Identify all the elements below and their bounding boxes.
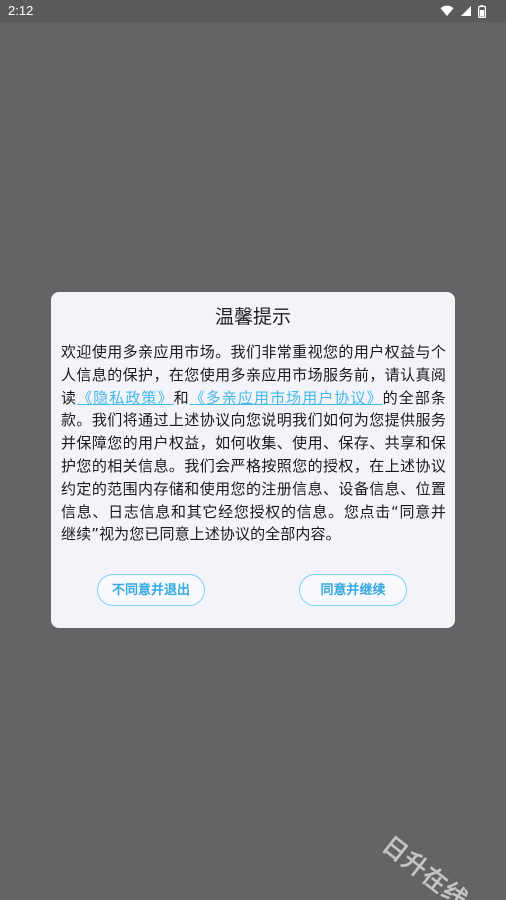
signal-icon — [460, 5, 472, 17]
status-icons — [440, 4, 486, 18]
wifi-icon — [440, 5, 454, 17]
body-text-part2: 的全部条款。我们将通过上述协议向您说明我们如何为您提供服务并保障您的用户权益，如… — [61, 388, 447, 544]
user-agreement-link[interactable]: 《多亲应用市场用户协议》 — [190, 389, 383, 407]
status-time: 2:12 — [8, 3, 34, 18]
privacy-policy-link[interactable]: 《隐私政策》 — [77, 389, 174, 407]
dialog-title: 温馨提示 — [214, 306, 291, 328]
agree-continue-button[interactable]: 同意并继续 — [299, 574, 407, 606]
status-bar: 2:12 — [0, 0, 506, 22]
decline-exit-button[interactable]: 不同意并退出 — [97, 574, 205, 606]
body-conjunction: 和 — [173, 388, 190, 407]
privacy-dialog: 温馨提示 欢迎使用多亲应用市场。我们非常重视您的用户权益与个人信息的保护，在您使… — [51, 292, 455, 628]
battery-icon — [478, 4, 486, 18]
watermark: 日升在线 — [377, 830, 474, 900]
dialog-body: 欢迎使用多亲应用市场。我们非常重视您的用户权益与个人信息的保护，在您使用多亲应用… — [61, 341, 446, 546]
